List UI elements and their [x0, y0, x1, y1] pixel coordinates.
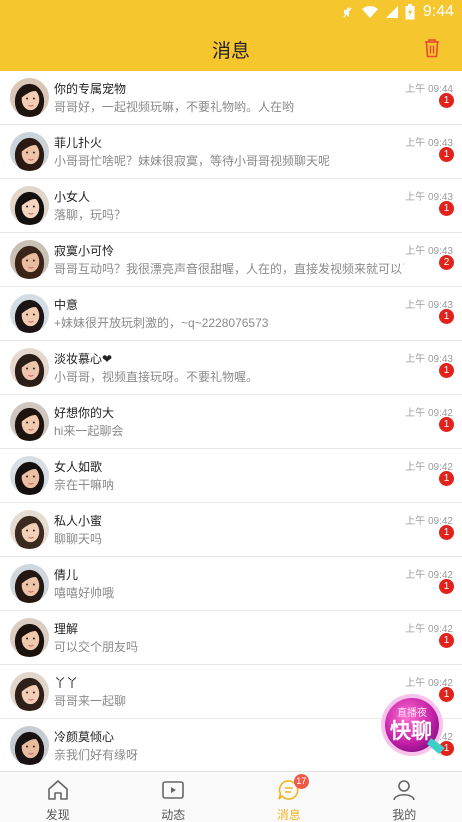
conversation-name: 私人小蜜	[54, 514, 103, 528]
tab-profile[interactable]: 我的	[347, 772, 462, 822]
battery-icon	[405, 4, 415, 20]
conversation-preview: 哥哥好，一起视频玩嘛，不要礼物哟。人在哟	[54, 100, 295, 114]
avatar[interactable]	[10, 618, 49, 657]
avatar[interactable]	[10, 348, 49, 387]
conversation-name: 女人如歌	[54, 460, 103, 474]
unread-badge: 1	[439, 525, 454, 540]
page-title: 消息	[211, 41, 250, 62]
unread-badge: 1	[439, 471, 454, 486]
conversation-preview: +妹妹很开放玩刺激的，~q~2228076573	[54, 316, 269, 330]
video-icon	[160, 778, 186, 802]
avatar[interactable]	[10, 672, 49, 711]
unread-badge: 1	[439, 147, 454, 162]
conversation-row[interactable]: 倩儿 嘻嘻好帅哦 上午 09:42 1	[0, 557, 462, 611]
status-time: 9:44	[422, 3, 454, 20]
conversation-preview: 可以交个朋友吗	[54, 640, 139, 654]
conversation-row[interactable]: 中意 +妹妹很开放玩刺激的，~q~2228076573 上午 09:43 1	[0, 287, 462, 341]
conversation-row[interactable]: 好想你的大 hi来一起聊会 上午 09:42 1	[0, 395, 462, 449]
unread-badge: 1	[439, 579, 454, 594]
promo-big-text: 快聊	[390, 720, 432, 743]
conversation-name: 中意	[54, 298, 79, 312]
conversation-name: 菲儿扑火	[54, 136, 103, 150]
mute-icon	[341, 5, 355, 19]
conversation-name: 冷颜莫倾心	[54, 730, 115, 744]
unread-badge: 1	[439, 201, 454, 216]
avatar[interactable]	[10, 564, 49, 603]
signal-icon	[385, 5, 399, 19]
avatar[interactable]	[10, 78, 49, 117]
conversation-row[interactable]: 理解 可以交个朋友吗 上午 09:42 1	[0, 611, 462, 665]
unread-badge: 1	[439, 93, 454, 108]
avatar[interactable]	[10, 132, 49, 171]
tab-badge: 17	[293, 774, 309, 789]
conversation-name: 你的专属宠物	[54, 82, 127, 96]
home-icon	[45, 778, 71, 802]
tab-feed[interactable]: 动态	[116, 772, 232, 822]
conversation-preview: 哥哥互动吗？我很漂亮声音很甜喔，人在的，直接发视频来就可以了	[54, 262, 404, 276]
promo-small-text: 直播夜	[397, 706, 427, 719]
tab-label: 动态	[161, 808, 186, 822]
unread-badge: 1	[439, 309, 454, 324]
unread-badge: 1	[439, 633, 454, 648]
unread-badge: 1	[439, 417, 454, 432]
tab-label: 消息	[276, 808, 301, 822]
conversation-preview: hi来一起聊会	[54, 424, 124, 438]
conversation-list[interactable]: 你的专属宠物 哥哥好，一起视频玩嘛，不要礼物哟。人在哟 上午 09:44 1 菲儿扑火小…	[0, 71, 462, 771]
conversation-preview: 哥哥来一起聊	[54, 694, 127, 708]
avatar[interactable]	[10, 240, 49, 279]
tab-messages[interactable]: 17 消息	[231, 772, 347, 822]
tab-label: 我的	[392, 808, 417, 822]
conversation-preview: 落聊，玩吗？	[54, 208, 127, 222]
conversation-name: 丫丫	[54, 676, 79, 690]
conversation-row[interactable]: 淡妆慕心❤ 小哥哥，视频直接玩呀。不要礼物喔。 上午 09:43 1	[0, 341, 462, 395]
chat-icon: 17	[276, 774, 309, 802]
unread-badge: 1	[439, 363, 454, 378]
wifi-icon	[361, 5, 379, 19]
avatar[interactable]	[10, 402, 49, 441]
conversation-row[interactable]: 寂寞小可怜 哥哥互动吗？我很漂亮声音很甜喔，人在的，直接发视频来就可以了 上午 09…	[0, 233, 462, 287]
avatar[interactable]	[10, 456, 49, 495]
conversation-preview: 小哥哥，视频直接玩呀。不要礼物喔。	[54, 370, 259, 384]
conversation-row[interactable]: 女人如歌 亲在干嘛呐 上午 09:42 1	[0, 449, 462, 503]
status-icons: 9:44	[341, 3, 454, 21]
conversation-name: 淡妆慕心❤	[54, 352, 113, 366]
conversation-name: 倩儿	[54, 568, 79, 582]
conversation-preview: 聊聊天吗	[54, 532, 103, 546]
conversation-name: 理解	[54, 622, 79, 636]
avatar[interactable]	[10, 510, 49, 549]
conversation-preview: 亲我们好有缘呀	[54, 748, 139, 762]
promo-button[interactable]: 直播夜 快聊	[379, 692, 449, 762]
unread-badge: 2	[439, 255, 454, 270]
conversation-row[interactable]: 小女人 落聊，玩吗？ 上午 09:43 1	[0, 179, 462, 233]
conversation-preview: 嘻嘻好帅哦	[54, 586, 115, 600]
conversation-row[interactable]: 私人小蜜 聊聊天吗 上午 09:42 1	[0, 503, 462, 557]
conversation-name: 寂寞小可怜	[54, 244, 115, 258]
conversation-name: 好想你的大	[54, 406, 115, 420]
conversation-row[interactable]: 菲儿扑火 小哥哥忙啥呢？妹妹很寂寞，等待小哥哥视频聊天呢 上午 09:43 1	[0, 125, 462, 179]
conversation-row[interactable]: 你的专属宠物 哥哥好，一起视频玩嘛，不要礼物哟。人在哟 上午 09:44 1	[0, 71, 462, 125]
conversation-preview: 亲在干嘛呐	[54, 478, 115, 492]
conversation-name: 小女人	[54, 190, 91, 204]
tab-bar: 发现 动态 17 消息 我的	[0, 771, 462, 822]
avatar[interactable]	[10, 726, 49, 765]
header-bar: 消息	[0, 25, 462, 71]
tab-label: 发现	[45, 808, 70, 822]
status-bar: 9:44	[0, 0, 462, 25]
conversation-preview: 小哥哥忙啥呢？妹妹很寂寞，等待小哥哥视频聊天呢	[54, 154, 331, 168]
trash-icon[interactable]	[422, 37, 442, 59]
avatar[interactable]	[10, 186, 49, 225]
profile-icon	[391, 778, 417, 802]
avatar[interactable]	[10, 294, 49, 333]
tab-discover[interactable]: 发现	[0, 772, 116, 822]
